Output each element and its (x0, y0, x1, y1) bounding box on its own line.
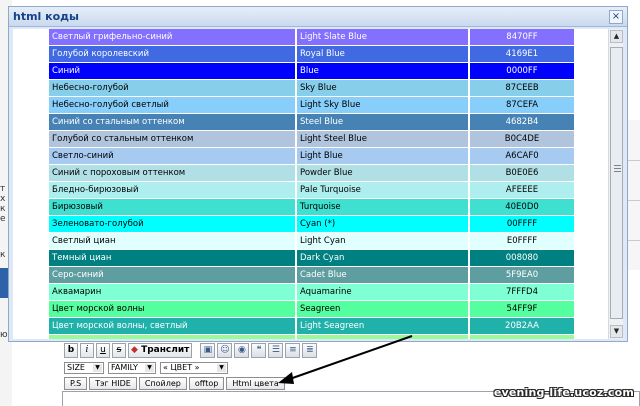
arrow-shaft (283, 335, 413, 382)
site-watermark: evening-life.ucoz.com (493, 386, 634, 399)
arrow-head (278, 372, 294, 384)
annotation-arrow (278, 335, 413, 384)
